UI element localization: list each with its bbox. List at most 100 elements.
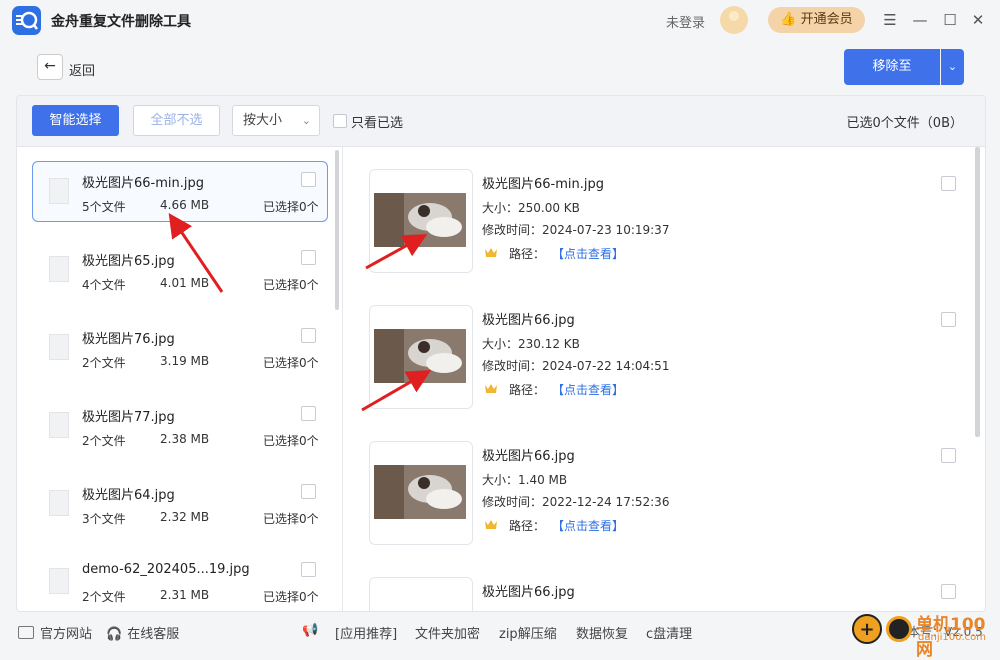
- group-checkbox[interactable]: [301, 484, 316, 499]
- group-checkbox[interactable]: [301, 172, 316, 187]
- title-bar: 金舟重复文件删除工具 未登录 👍 开通会员 ☰ — ☐ ✕: [0, 0, 1000, 40]
- group-name: 极光图片66-min.jpg: [82, 176, 204, 191]
- group-count: 2个文件: [82, 356, 126, 370]
- thumbs-up-icon: 👍: [780, 12, 797, 27]
- official-site-link[interactable]: 官方网站: [18, 623, 92, 642]
- group-item[interactable]: 极光图片76.jpg 2个文件 3.19 MB 已选择0个: [32, 317, 328, 378]
- group-size: 2.38 MB: [160, 432, 210, 446]
- image-thumbnail[interactable]: [369, 441, 473, 545]
- file-path-label: 路径：: [509, 519, 546, 533]
- file-icon: [49, 178, 69, 204]
- only-selected-checkbox[interactable]: [333, 114, 347, 128]
- minimize-icon[interactable]: —: [910, 10, 930, 30]
- sort-select-value: 按大小: [243, 113, 283, 128]
- image-thumbnail[interactable]: [369, 577, 473, 611]
- crown-icon: [485, 384, 497, 393]
- file-path-link[interactable]: 【点击查看】: [552, 381, 624, 398]
- sort-select[interactable]: 按大小 ⌄: [232, 105, 320, 136]
- back-label[interactable]: 返回: [69, 60, 95, 79]
- right-scrollbar[interactable]: [975, 147, 980, 437]
- group-size: 3.19 MB: [160, 354, 210, 368]
- group-checkbox[interactable]: [301, 562, 316, 577]
- file-item[interactable]: 极光图片66-min.jpg 大小：250.00 KB 修改时间：2024-07…: [369, 169, 956, 277]
- file-checkbox[interactable]: [941, 448, 956, 463]
- crown-icon: [485, 248, 497, 257]
- c-clean-link[interactable]: c盘清理: [646, 623, 692, 642]
- file-checkbox[interactable]: [941, 312, 956, 327]
- file-checkbox[interactable]: [941, 584, 956, 599]
- chevron-down-icon[interactable]: ⌄: [941, 49, 964, 85]
- file-icon: [49, 256, 69, 282]
- file-path-label: 路径：: [509, 247, 546, 261]
- file-item[interactable]: 极光图片66.jpg 大小：1.40 MB 修改时间：2022-12-24 17…: [369, 441, 956, 549]
- group-item[interactable]: 极光图片77.jpg 2个文件 2.38 MB 已选择0个: [32, 395, 328, 456]
- file-name: 极光图片66.jpg: [482, 313, 575, 328]
- file-item[interactable]: 极光图片66.jpg: [369, 577, 956, 611]
- group-selected: 已选择0个: [263, 434, 319, 448]
- file-size: 大小：1.40 MB: [482, 473, 568, 487]
- group-count: 4个文件: [82, 278, 126, 292]
- arrow-left-icon: ←: [44, 58, 56, 74]
- group-item[interactable]: 极光图片65.jpg 4个文件 4.01 MB 已选择0个: [32, 239, 328, 300]
- group-checkbox[interactable]: [301, 328, 316, 343]
- file-icon: [49, 490, 69, 516]
- watermark-sub: danji100.com: [918, 632, 986, 643]
- file-list: 极光图片66-min.jpg 大小：250.00 KB 修改时间：2024-07…: [343, 147, 985, 611]
- group-item[interactable]: 极光图片66-min.jpg 5个文件 4.66 MB 已选择0个: [32, 161, 328, 222]
- watermark-circle-icon: [886, 616, 912, 642]
- file-name: 极光图片66.jpg: [482, 585, 575, 600]
- zip-link[interactable]: zip解压缩: [499, 623, 557, 642]
- main-panel: 智能选择 全部不选 按大小 ⌄ 只看已选 已选0个文件（0B） 极光图片66-m…: [16, 95, 986, 612]
- group-name: 极光图片76.jpg: [82, 332, 175, 347]
- file-icon: [49, 568, 69, 594]
- data-recovery-link[interactable]: 数据恢复: [576, 623, 628, 642]
- selected-summary: 已选0个文件（0B）: [846, 116, 963, 131]
- group-item[interactable]: 极光图片64.jpg 3个文件 2.32 MB 已选择0个: [32, 473, 328, 534]
- group-name: 极光图片65.jpg: [82, 254, 175, 269]
- app-logo-icon: [12, 6, 41, 35]
- app-recommend-label: [应用推荐]: [335, 627, 398, 642]
- file-item[interactable]: 极光图片66.jpg 大小：230.12 KB 修改时间：2024-07-22 …: [369, 305, 956, 413]
- maximize-icon[interactable]: ☐: [940, 10, 960, 30]
- vip-button[interactable]: 👍 开通会员: [768, 7, 865, 33]
- group-count: 5个文件: [82, 200, 126, 214]
- only-selected-label[interactable]: 只看已选: [351, 112, 403, 131]
- deselect-all-button[interactable]: 全部不选: [133, 105, 220, 136]
- close-icon[interactable]: ✕: [968, 10, 988, 30]
- megaphone-icon: 📢: [302, 623, 319, 638]
- plus-icon: +: [852, 614, 882, 644]
- menu-icon[interactable]: ☰: [880, 10, 900, 30]
- image-thumbnail[interactable]: [369, 169, 473, 273]
- watermark-logo: + 单机100网 danji100.com: [852, 610, 1000, 660]
- remove-to-button[interactable]: 移除至: [844, 49, 940, 85]
- file-icon: [49, 334, 69, 360]
- login-link[interactable]: 未登录: [666, 12, 705, 31]
- file-modified: 修改时间：2024-07-23 10:19:37: [482, 223, 670, 237]
- left-scrollbar[interactable]: [335, 150, 339, 310]
- group-size: 2.31 MB: [160, 588, 210, 602]
- smart-select-button[interactable]: 智能选择: [32, 105, 119, 136]
- file-modified: 修改时间：2024-07-22 14:04:51: [482, 359, 670, 373]
- group-count: 3个文件: [82, 512, 126, 526]
- group-size: 2.32 MB: [160, 510, 210, 524]
- file-checkbox[interactable]: [941, 176, 956, 191]
- group-checkbox[interactable]: [301, 250, 316, 265]
- group-count: 2个文件: [82, 434, 126, 448]
- back-button[interactable]: ←: [37, 54, 63, 80]
- file-name: 极光图片66.jpg: [482, 449, 575, 464]
- group-name: 极光图片64.jpg: [82, 488, 175, 503]
- file-name: 极光图片66-min.jpg: [482, 177, 604, 192]
- image-thumbnail[interactable]: [369, 305, 473, 409]
- avatar[interactable]: [720, 6, 748, 34]
- group-selected: 已选择0个: [263, 356, 319, 370]
- top-nav: ← 返回 移除至 ⌄: [0, 40, 1000, 94]
- folder-encrypt-link[interactable]: 文件夹加密: [415, 623, 480, 642]
- chevron-down-icon: ⌄: [301, 114, 311, 127]
- file-path-link[interactable]: 【点击查看】: [552, 517, 624, 534]
- group-checkbox[interactable]: [301, 406, 316, 421]
- group-list: 极光图片66-min.jpg 5个文件 4.66 MB 已选择0个 极光图片65…: [17, 147, 343, 611]
- monitor-icon: [18, 626, 34, 639]
- file-path-link[interactable]: 【点击查看】: [552, 245, 624, 262]
- online-service-link[interactable]: 🎧 在线客服: [106, 623, 179, 642]
- group-item[interactable]: demo-62_202405...19.jpg 2个文件 2.31 MB 已选择…: [32, 551, 328, 611]
